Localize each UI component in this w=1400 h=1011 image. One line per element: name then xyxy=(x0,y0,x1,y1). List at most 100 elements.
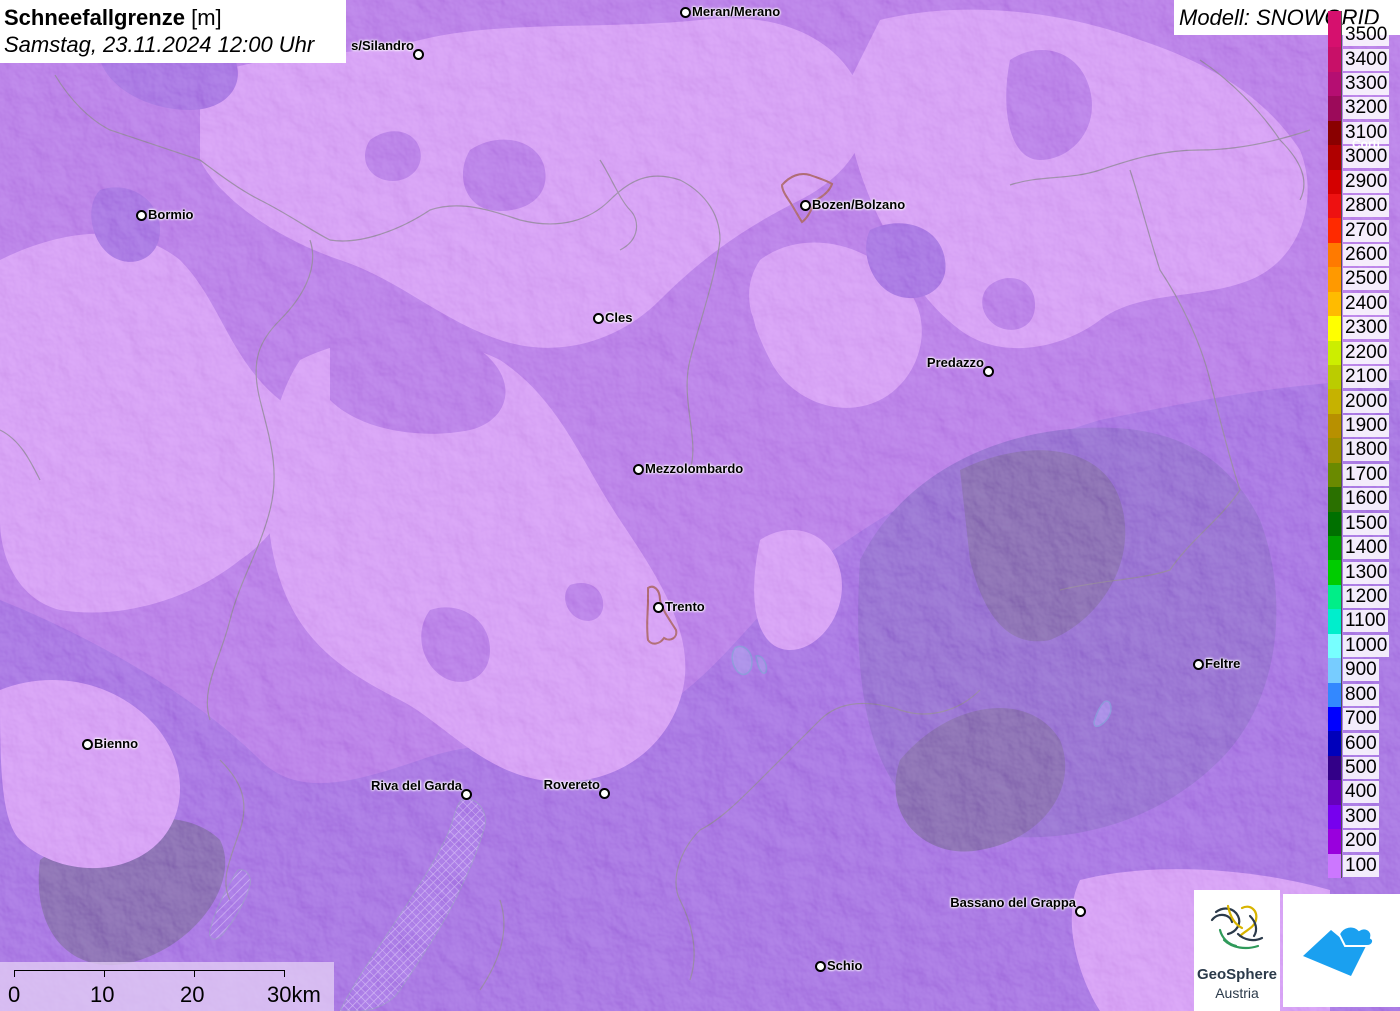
scale-tick-10 xyxy=(104,970,105,977)
forecast-datetime: Samstag, 23.11.2024 12:00 Uhr xyxy=(4,32,315,57)
city-marker-icon[interactable] xyxy=(1193,659,1204,670)
legend-label: 400 xyxy=(1343,781,1379,804)
legend-label: 1300 xyxy=(1343,561,1390,584)
legend-row-3100: 3100 xyxy=(1328,120,1400,146)
geosphere-mark-icon xyxy=(1210,904,1264,950)
city-marker-icon[interactable] xyxy=(633,464,644,475)
city-label[interactable]: Rovereto xyxy=(544,777,600,792)
geosphere-austria-logo[interactable]: GeoSphere Austria xyxy=(1194,890,1280,1011)
legend-label: 2300 xyxy=(1343,317,1390,340)
legend-swatch xyxy=(1328,780,1342,805)
title-main: Schneefallgrenze xyxy=(4,5,185,30)
city-label[interactable]: Bozen/Bolzano xyxy=(812,197,905,212)
city-marker-icon[interactable] xyxy=(461,789,472,800)
snowfall-map[interactable] xyxy=(0,0,1400,1011)
legend-swatch xyxy=(1328,804,1342,830)
legend-label: 1000 xyxy=(1343,634,1390,657)
legend-swatch xyxy=(1328,487,1342,512)
legend-label: 900 xyxy=(1343,659,1379,682)
city-marker-icon[interactable] xyxy=(1075,906,1086,917)
city-marker-icon[interactable] xyxy=(983,366,994,377)
map-title: Schneefallgrenze [m] xyxy=(4,4,346,31)
legend-swatch xyxy=(1328,365,1342,390)
legend-label: 3300 xyxy=(1343,73,1390,96)
legend-swatch xyxy=(1328,96,1342,121)
title-unit: [m] xyxy=(191,5,222,30)
legend-label: 1500 xyxy=(1343,512,1390,535)
scale-label-30km: 30km xyxy=(267,982,321,1007)
legend-swatch xyxy=(1328,560,1342,585)
city-label[interactable]: Bassano del Grappa xyxy=(950,895,1076,910)
legend-swatch xyxy=(1328,536,1342,561)
legend-label: 2700 xyxy=(1343,219,1390,242)
weather-app-logo[interactable] xyxy=(1283,894,1400,1007)
legend-label: 2500 xyxy=(1343,268,1390,291)
legend-row-1800: 1800 xyxy=(1328,438,1400,463)
legend-swatch xyxy=(1328,120,1342,146)
city-label[interactable]: Bormio xyxy=(148,207,194,222)
legend-row-700: 700 xyxy=(1328,707,1400,732)
legend-swatch xyxy=(1328,731,1342,756)
legend-row-2900: 2900 xyxy=(1328,169,1400,194)
city-marker-icon[interactable] xyxy=(136,210,147,221)
legend-row-1500: 1500 xyxy=(1328,511,1400,536)
legend-swatch xyxy=(1328,682,1342,707)
legend-swatch xyxy=(1328,145,1342,170)
legend-swatch xyxy=(1328,853,1342,878)
legend-swatch xyxy=(1328,316,1342,341)
city-label[interactable]: Cles xyxy=(605,310,632,325)
city-label[interactable]: Riva del Garda xyxy=(371,778,462,793)
city-label[interactable]: Meran/Merano xyxy=(692,4,780,19)
legend-row-400: 400 xyxy=(1328,780,1400,805)
legend-row-2500: 2500 xyxy=(1328,267,1400,292)
legend-row-600: 600 xyxy=(1328,731,1400,756)
city-label[interactable]: Mezzolombardo xyxy=(645,461,743,476)
scale-tick-30 xyxy=(284,970,285,977)
legend-row-1900: 1900 xyxy=(1328,413,1400,439)
legend-row-1200: 1200 xyxy=(1328,584,1400,610)
legend-row-200: 200 xyxy=(1328,829,1400,854)
legend-label: 2800 xyxy=(1343,195,1390,218)
city-marker-icon[interactable] xyxy=(599,788,610,799)
legend-label: 2100 xyxy=(1343,366,1390,389)
legend-row-2600: 2600 xyxy=(1328,242,1400,268)
legend-label: 600 xyxy=(1343,732,1379,755)
legend-row-300: 300 xyxy=(1328,804,1400,830)
city-marker-icon[interactable] xyxy=(680,7,691,18)
legend-row-2000: 2000 xyxy=(1328,389,1400,414)
city-marker-icon[interactable] xyxy=(815,961,826,972)
city-marker-icon[interactable] xyxy=(82,739,93,750)
legend-swatch xyxy=(1328,267,1342,292)
city-marker-icon[interactable] xyxy=(653,602,664,613)
city-label[interactable]: Feltre xyxy=(1205,656,1240,671)
legend-row-100: 100 xyxy=(1328,853,1400,878)
legend-swatch xyxy=(1328,438,1342,463)
city-label[interactable]: s/Silandro xyxy=(351,38,414,53)
legend-label: 300 xyxy=(1343,805,1379,828)
legend-label: 800 xyxy=(1343,683,1379,706)
legend-label: 1600 xyxy=(1343,488,1390,511)
legend-label: 2000 xyxy=(1343,390,1390,413)
legend-label: 2400 xyxy=(1343,292,1390,315)
city-label[interactable]: Schio xyxy=(827,958,862,973)
legend-swatch xyxy=(1328,340,1342,365)
city-label[interactable]: Predazzo xyxy=(927,355,984,370)
city-label[interactable]: Trento xyxy=(665,599,705,614)
legend-row-800: 800 xyxy=(1328,682,1400,707)
legend-swatch xyxy=(1328,462,1342,488)
legend-swatch xyxy=(1328,829,1342,854)
legend-swatch xyxy=(1328,47,1342,72)
city-label[interactable]: Bienno xyxy=(94,736,138,751)
legend-label: 1200 xyxy=(1343,586,1390,609)
city-marker-icon[interactable] xyxy=(413,49,424,60)
scale-label-10: 10 xyxy=(90,982,115,1007)
legend-row-2400: 2400 xyxy=(1328,291,1400,317)
map-title-panel: Schneefallgrenze [m] Samstag, 23.11.2024… xyxy=(0,0,346,63)
city-marker-icon[interactable] xyxy=(800,200,811,211)
legend-label: 1400 xyxy=(1343,537,1390,560)
city-marker-icon[interactable] xyxy=(593,313,604,324)
legend-swatch xyxy=(1328,755,1342,781)
legend-label: 1700 xyxy=(1343,463,1390,486)
legend-label: 3500 xyxy=(1343,24,1390,47)
legend-row-2100: 2100 xyxy=(1328,365,1400,390)
